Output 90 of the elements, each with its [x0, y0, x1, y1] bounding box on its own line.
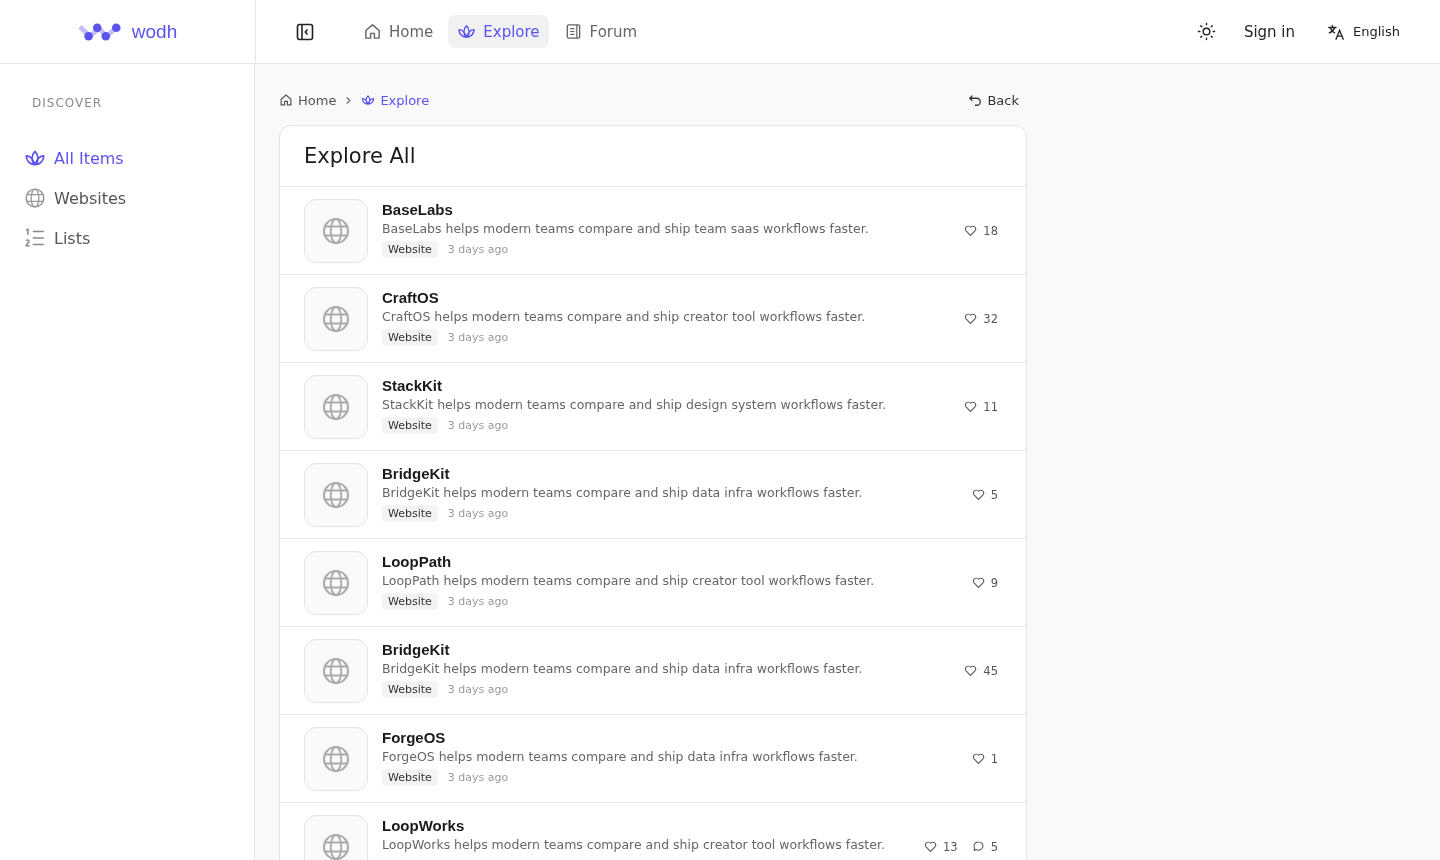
- language-button[interactable]: English: [1327, 22, 1400, 41]
- globe-icon: [321, 567, 351, 598]
- heart-icon: [964, 400, 978, 413]
- comment-count[interactable]: 5: [971, 839, 998, 854]
- heart-icon: [971, 752, 985, 765]
- item-time: 3 days ago: [447, 331, 509, 344]
- globe-icon: [321, 391, 351, 422]
- heart-icon: [971, 488, 985, 501]
- item-description: BaseLabs helps modern teams compare and ship team saas workflows faster.: [382, 221, 870, 236]
- like-count[interactable]: 32: [964, 311, 998, 326]
- item-time: 3 days ago: [447, 595, 509, 608]
- like-count[interactable]: 11: [964, 399, 998, 414]
- card-title: Explore All: [280, 126, 1026, 187]
- item-name: StackKit: [382, 377, 444, 394]
- home-icon: [363, 22, 382, 41]
- like-count[interactable]: 13: [924, 839, 958, 854]
- item-tag: Website: [382, 593, 438, 610]
- item-name: LoopPath: [382, 553, 453, 570]
- lotus-icon: [457, 22, 477, 41]
- chevron-icon: [344, 95, 354, 105]
- item-row[interactable]: LoopPath LoopPath helps modern teams compare and ship creator tool workflows faster. Website 3 days ago 9: [280, 539, 1026, 627]
- like-count[interactable]: 45: [964, 663, 998, 678]
- item-time: 3 days ago: [447, 507, 509, 520]
- back-link[interactable]: Back: [968, 92, 1019, 108]
- sidebar-toggle-icon[interactable]: [296, 22, 314, 41]
- item-tag: Website: [382, 505, 438, 522]
- item-name: ForgeOS: [382, 729, 447, 746]
- item-tag: Website: [382, 417, 438, 434]
- nav-tab[interactable]: Home: [354, 15, 443, 48]
- item-name: BaseLabs: [382, 201, 454, 218]
- item-name: BridgeKit: [382, 465, 451, 482]
- item-time: 3 days ago: [447, 419, 509, 432]
- brand-name[interactable]: wodh: [131, 20, 178, 43]
- heart-icon: [924, 840, 938, 853]
- item-tag: Website: [382, 681, 438, 698]
- item-description: StackKit helps modern teams compare and ship design system workflows faster.: [382, 397, 888, 412]
- globe-icon: [321, 831, 351, 860]
- item-time: 3 days ago: [447, 771, 509, 784]
- item-row[interactable]: BridgeKit BridgeKit helps modern teams compare and ship data infra workflows faster. Website 3 days ago 45: [280, 627, 1026, 715]
- theme-toggle-icon[interactable]: [1196, 22, 1216, 41]
- globe-icon: [321, 655, 351, 686]
- item-name: BridgeKit: [382, 641, 451, 658]
- item-description: ForgeOS helps modern teams compare and ship data infra workflows faster.: [382, 749, 859, 764]
- item-row[interactable]: LoopWorks LoopWorks helps modern teams compare and ship creator tool workflows faster. 13 5: [280, 803, 1026, 860]
- like-count[interactable]: 1: [971, 751, 998, 766]
- item-description: LoopPath helps modern teams compare and ship creator tool workflows faster.: [382, 573, 876, 588]
- globe-icon: [321, 479, 351, 510]
- item-name: CraftOS: [382, 289, 440, 306]
- item-row[interactable]: CraftOS CraftOS helps modern teams compare and ship creator tool workflows faster. Website 3 days ago 32: [280, 275, 1026, 363]
- item-time: 3 days ago: [447, 243, 509, 256]
- sign-in-link[interactable]: Sign in: [1243, 22, 1296, 41]
- item-description: CraftOS helps modern teams compare and ship creator tool workflows faster.: [382, 309, 867, 324]
- item-description: BridgeKit helps modern teams compare and ship data infra workflows faster.: [382, 661, 864, 676]
- sidebar-item[interactable]: Websites: [24, 178, 230, 218]
- like-count[interactable]: 18: [964, 223, 998, 238]
- globe-icon: [321, 215, 351, 246]
- item-tag: Website: [382, 769, 438, 786]
- item-row[interactable]: StackKit StackKit helps modern teams compare and ship design system workflows faster. Website 3 days ago 11: [280, 363, 1026, 451]
- item-description: LoopWorks helps modern teams compare and ship creator tool workflows faster.: [382, 837, 886, 852]
- sidebar-item[interactable]: All Items: [24, 138, 230, 178]
- item-row[interactable]: ForgeOS ForgeOS helps modern teams compare and ship data infra workflows faster. Website 3 days ago 1: [280, 715, 1026, 803]
- item-description: BridgeKit helps modern teams compare and ship data infra workflows faster.: [382, 485, 864, 500]
- item-row[interactable]: BaseLabs BaseLabs helps modern teams compare and ship team saas workflows faster. Website 3 days ago 18: [280, 187, 1026, 275]
- speech-bubble-icon: [971, 840, 985, 853]
- item-tag: Website: [382, 241, 438, 258]
- home-icon: [279, 93, 293, 107]
- section-heading: DISCOVER: [31, 96, 104, 110]
- breadcrumb-link[interactable]: Home: [279, 92, 337, 108]
- globe-icon: [321, 743, 351, 774]
- item-row[interactable]: BridgeKit BridgeKit helps modern teams compare and ship data infra workflows faster. Website 3 days ago 5: [280, 451, 1026, 539]
- item-time: 3 days ago: [447, 683, 509, 696]
- numbered-list-icon: [24, 227, 46, 249]
- lotus-icon: [361, 93, 376, 107]
- logo-icon: [77, 21, 124, 42]
- heart-icon: [964, 224, 978, 237]
- item-tag: Website: [382, 329, 438, 346]
- like-count[interactable]: 9: [971, 575, 998, 590]
- heart-icon: [971, 576, 985, 589]
- nav-tab[interactable]: Forum: [554, 15, 647, 48]
- item-name: LoopWorks: [382, 817, 466, 834]
- globe-icon: [24, 187, 46, 209]
- like-count[interactable]: 5: [971, 487, 998, 502]
- breadcrumb-link[interactable]: Explore: [361, 92, 430, 108]
- translate-icon: [1327, 22, 1346, 41]
- nav-tab[interactable]: Explore: [448, 15, 549, 48]
- return-arrow-icon: [968, 93, 983, 107]
- globe-icon: [321, 303, 351, 334]
- sidebar-item[interactable]: Lists: [24, 218, 230, 258]
- heart-icon: [964, 312, 978, 325]
- heart-icon: [964, 664, 978, 677]
